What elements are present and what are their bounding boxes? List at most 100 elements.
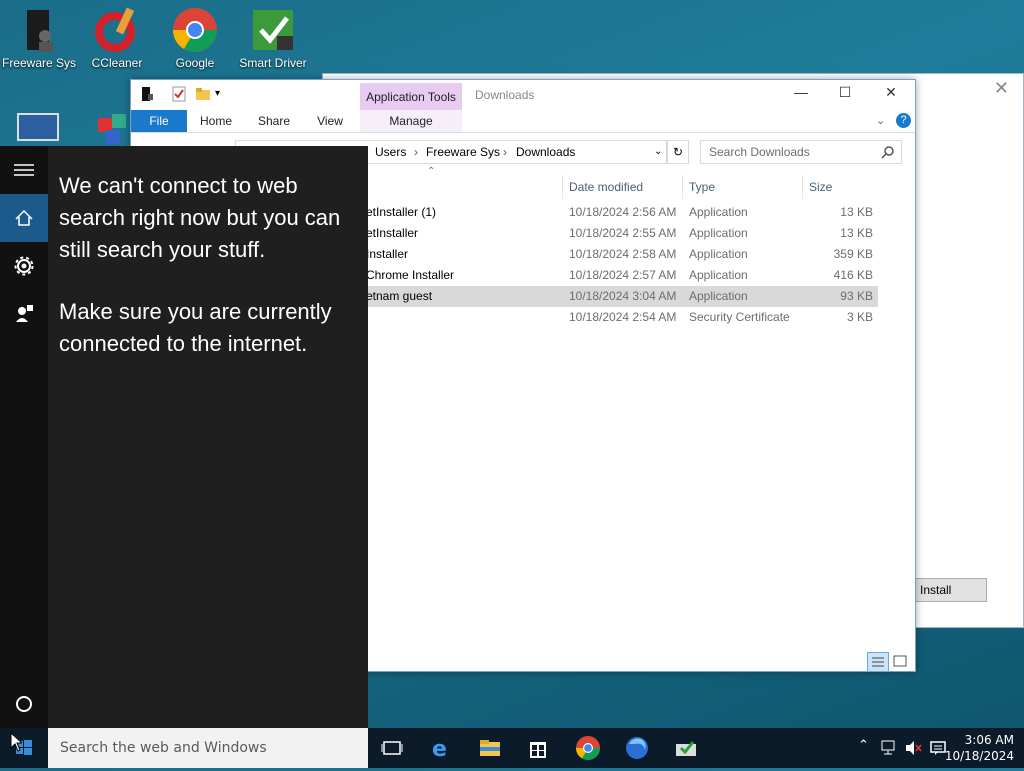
cube-icon — [98, 114, 126, 144]
taskbar: Search the web and Windows e ⌃ 3:06 AM 1… — [0, 728, 1024, 768]
refresh-button[interactable]: ↻ — [667, 140, 689, 164]
cortana-button[interactable] — [0, 680, 48, 728]
file-type: Application — [689, 268, 748, 282]
smart-driver-updater-icon — [249, 6, 297, 54]
file-size: 13 KB — [840, 226, 873, 240]
install-button[interactable]: Install — [915, 578, 987, 602]
chrome-icon — [171, 6, 219, 54]
taskbar-search-input[interactable]: Search the web and Windows — [60, 740, 267, 756]
window-title: Downloads — [475, 88, 535, 102]
table-row[interactable]: etnam guest 10/18/2024 3:04 AM Application… — [366, 286, 878, 307]
close-button[interactable]: ✕ — [871, 84, 911, 106]
tab-view[interactable]: View — [305, 110, 355, 132]
column-header-date[interactable]: Date modified — [562, 175, 681, 199]
taskbar-search-box[interactable]: Search the web and Windows — [48, 728, 368, 768]
file-date: 10/18/2024 2:55 AM — [569, 226, 677, 240]
ribbon-tabs: File Home Share View Manage ⌄ ? — [131, 110, 915, 133]
file-date: 10/18/2024 3:04 AM — [569, 289, 677, 303]
minimize-button[interactable]: — — [781, 84, 821, 106]
monitor-icon — [17, 113, 59, 141]
contextual-tab-header: Application Tools — [360, 83, 462, 111]
tab-share[interactable]: Share — [249, 110, 299, 132]
cortana-circle-icon — [16, 696, 32, 712]
windows-logo-icon — [16, 740, 32, 755]
smart-driver-updater-taskbar-icon[interactable] — [672, 734, 700, 762]
desktop-icon-label: Google Chrome — [174, 56, 217, 72]
column-header-size[interactable]: Size — [802, 175, 879, 199]
tab-file[interactable]: File — [131, 110, 187, 132]
mouse-cursor-icon — [10, 731, 24, 755]
close-icon[interactable]: ✕ — [994, 78, 1009, 99]
file-name: Installer — [366, 247, 409, 261]
file-type: Application — [689, 226, 748, 240]
properties-icon[interactable] — [171, 86, 187, 102]
table-row[interactable]: etInstaller 10/18/2024 2:55 AM Application… — [366, 223, 878, 244]
show-hidden-icons-icon[interactable]: ⌃ — [858, 738, 869, 753]
file-type: Security Certificate — [689, 310, 790, 324]
tab-home[interactable]: Home — [191, 110, 241, 132]
system-clock[interactable]: 3:06 AM 10/18/2024 — [945, 732, 1014, 764]
desktop-icon-label: CCleaner — [91, 56, 143, 70]
desktop-icon-smart-driver-updater[interactable]: Smart Driver Updater — [234, 0, 312, 72]
file-name: etInstaller (1) — [366, 205, 437, 219]
new-folder-icon[interactable] — [195, 86, 211, 102]
firefox-icon[interactable] — [623, 734, 651, 762]
details-view-icon[interactable] — [867, 652, 889, 672]
file-size: 93 KB — [840, 289, 873, 303]
help-icon[interactable]: ? — [896, 113, 911, 128]
file-date: 10/18/2024 2:57 AM — [569, 268, 677, 282]
file-size: 13 KB — [840, 205, 873, 219]
desktop-icon-label: Smart Driver Updater — [239, 56, 307, 72]
task-view-icon[interactable] — [378, 734, 406, 762]
breadcrumb-separator-icon: › — [414, 145, 418, 159]
search-downloads-input[interactable]: Search Downloads — [709, 145, 810, 159]
breadcrumb-freeware-sys[interactable]: Freeware Sys — [426, 145, 500, 159]
sort-ascending-icon: ⌃ — [427, 166, 436, 177]
clock-time: 3:06 AM — [964, 733, 1014, 747]
breadcrumb-users[interactable]: Users — [375, 145, 406, 159]
network-icon[interactable] — [880, 739, 898, 760]
store-icon[interactable] — [524, 734, 552, 762]
customize-qat-icon[interactable]: ▾ — [215, 88, 231, 104]
desktop-icon-monitor[interactable] — [16, 112, 60, 146]
person-feedback-icon — [16, 305, 33, 322]
file-type: Application — [689, 289, 748, 303]
feedback-button[interactable] — [0, 290, 48, 338]
desktop-icon-ccleaner[interactable]: CCleaner — [78, 0, 156, 70]
file-type: Application — [689, 247, 748, 261]
file-name: Chrome Installer — [366, 268, 455, 282]
chrome-taskbar-icon[interactable] — [574, 734, 602, 762]
column-header-type[interactable]: Type — [682, 175, 801, 199]
hamburger-menu-button[interactable] — [0, 146, 48, 194]
home-button[interactable] — [0, 194, 48, 242]
search-box[interactable]: Search Downloads — [700, 140, 902, 164]
edge-icon[interactable]: e — [428, 734, 456, 762]
address-history-dropdown-icon[interactable]: ⌄ — [654, 146, 662, 157]
maximize-button[interactable]: ☐ — [825, 84, 865, 106]
settings-button[interactable] — [0, 242, 48, 290]
breadcrumb-separator-icon: › — [503, 145, 507, 159]
file-explorer-icon[interactable] — [476, 734, 504, 762]
start-button[interactable] — [0, 728, 48, 768]
ribbon-expand-icon[interactable]: ⌄ — [876, 114, 885, 127]
large-icons-view-icon[interactable] — [891, 652, 909, 670]
desktop-icon-cube[interactable] — [96, 112, 130, 146]
file-date: 10/18/2024 2:54 AM — [569, 310, 677, 324]
tab-manage[interactable]: Manage — [360, 110, 462, 132]
table-row[interactable]: 10/18/2024 2:54 AM Security Certificate 3 … — [366, 307, 878, 328]
start-rail — [0, 146, 48, 728]
table-row[interactable]: etInstaller (1) 10/18/2024 2:56 AM Applica… — [366, 202, 878, 223]
search-panel: We can't connect to web search right now… — [0, 146, 368, 728]
file-type: Application — [689, 205, 748, 219]
breadcrumb-downloads[interactable]: Downloads — [516, 145, 575, 159]
desktop-icon-google-chrome[interactable]: Google Chrome — [156, 0, 234, 72]
title-bar[interactable]: ▾ Application Tools Downloads — ☐ ✕ — [131, 80, 915, 111]
table-row[interactable]: Chrome Installer 10/18/2024 2:57 AM Applic… — [366, 265, 878, 286]
file-date: 10/18/2024 2:58 AM — [569, 247, 677, 261]
user-folder-icon — [15, 6, 63, 54]
desktop-icon-freeware-sys[interactable]: Freeware Sys — [0, 0, 78, 70]
connection-hint-message: Make sure you are currently connected to… — [59, 299, 332, 356]
table-row[interactable]: Installer 10/18/2024 2:58 AM Application 35… — [366, 244, 878, 265]
file-name: etnam guest — [366, 289, 433, 303]
volume-muted-icon[interactable] — [904, 739, 922, 760]
